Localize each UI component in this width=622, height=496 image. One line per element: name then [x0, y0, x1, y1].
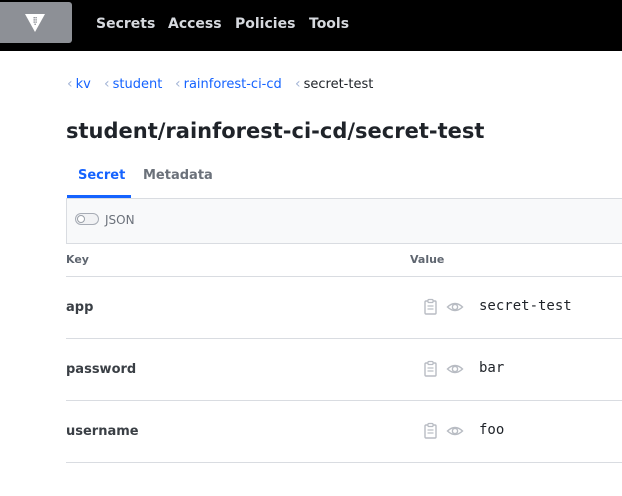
eye-icon[interactable] [446, 298, 464, 316]
json-toggle-label[interactable]: JSON [105, 212, 135, 228]
breadcrumb-item-kv[interactable]: ‹ kv [67, 75, 91, 93]
secret-value: secret-test [479, 298, 572, 314]
row-divider [66, 338, 622, 339]
secret-key: app [66, 300, 94, 315]
breadcrumb-item-rainforest-ci-cd[interactable]: ‹ rainforest-ci-cd [175, 75, 282, 93]
column-header-key: Key [66, 253, 89, 266]
nav-secrets[interactable]: Secrets [96, 14, 155, 34]
nav-access[interactable]: Access [168, 14, 222, 34]
eye-icon[interactable] [446, 360, 464, 378]
top-navbar: Secrets Access Policies Tools [0, 0, 622, 51]
tab-metadata[interactable]: Metadata [143, 166, 213, 186]
column-header-value: Value [410, 253, 445, 266]
copy-icon[interactable] [422, 422, 440, 440]
copy-icon[interactable] [422, 360, 440, 378]
toggle-knob [77, 215, 85, 223]
toolbar-edge [66, 199, 67, 243]
home-logo-button[interactable] [0, 2, 72, 43]
page-title: student/rainforest-ci-cd/secret-test [66, 119, 485, 143]
eye-icon[interactable] [446, 422, 464, 440]
nav-tools[interactable]: Tools [309, 14, 349, 34]
secret-value: bar [479, 360, 505, 376]
secret-key: password [66, 362, 137, 377]
breadcrumb-item-student[interactable]: ‹ student [104, 75, 162, 93]
secret-key: username [66, 424, 139, 439]
nav-policies[interactable]: Policies [235, 14, 295, 34]
json-toggle[interactable] [75, 213, 99, 225]
copy-icon[interactable] [422, 298, 440, 316]
row-divider [66, 462, 622, 463]
toolbar-divider [66, 243, 622, 244]
chevron-left-icon: ‹ [175, 76, 181, 92]
tab-secret[interactable]: Secret [78, 166, 125, 186]
secret-value: foo [479, 422, 505, 438]
table-header-divider [66, 276, 622, 277]
breadcrumb-item-current: ‹ secret-test [295, 76, 374, 92]
chevron-left-icon: ‹ [67, 76, 73, 92]
chevron-left-icon: ‹ [295, 76, 301, 92]
vault-logo-icon [25, 14, 45, 32]
secret-toolbar [66, 199, 622, 243]
chevron-left-icon: ‹ [104, 76, 110, 92]
row-divider [66, 400, 622, 401]
